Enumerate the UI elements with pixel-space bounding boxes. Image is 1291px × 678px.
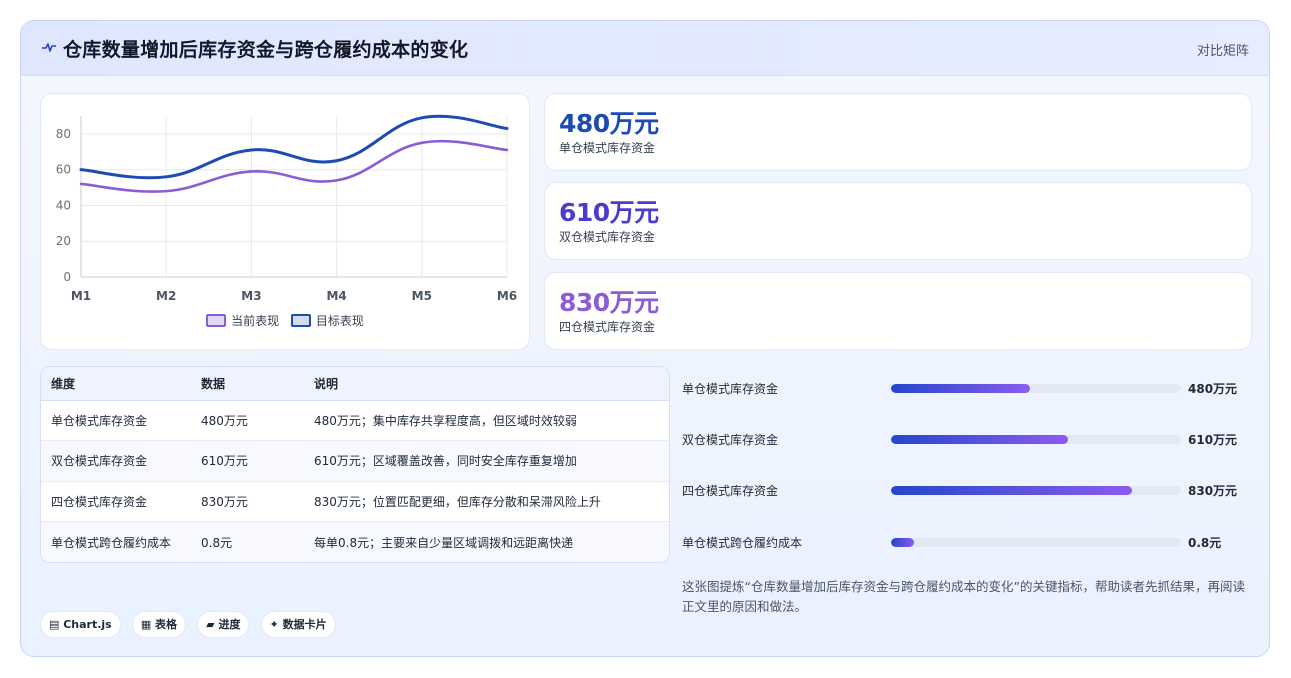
progress-value: 830万元 — [1188, 484, 1238, 498]
table-cell: 单仓模式库存资金 — [41, 400, 191, 441]
column-header-note: 说明 — [304, 367, 669, 401]
progress-row: 双仓模式库存资金 610万元 — [681, 429, 1251, 449]
progress-fill — [891, 538, 915, 547]
y-tick-label: 0 — [63, 270, 71, 284]
chip-data-card[interactable]: ✦ 数据卡片 — [260, 611, 336, 638]
summary-text: 这张图提炼“仓库数量增加后库存资金与跨仓履约成本的变化”的关键指标，帮助读者先抓… — [682, 579, 1245, 614]
table-cell: 0.8元 — [191, 521, 304, 562]
column-header-dimension: 维度 — [41, 367, 191, 401]
table-cell: 830万元 — [191, 481, 304, 522]
table-cell: 610万元；区域覆盖改善，同时安全库存重复增加 — [304, 440, 669, 482]
line-chart: 0 20 40 60 80 M1 M2 M3 M4 M5 M6 — [56, 114, 517, 303]
table-row: 四仓模式库存资金 830万元 830万元；位置匹配更细，但库存分散和呆滞风险上升 — [41, 481, 669, 522]
chip-progress[interactable]: ▰ 进度 — [197, 611, 250, 638]
y-tick-label: 60 — [56, 163, 71, 177]
legend-item-target[interactable]: 目标表现 — [290, 312, 364, 329]
card-header: 仓库数量增加后库存资金与跨仓履约成本的变化 对比矩阵 — [21, 21, 1269, 76]
kpi-card-quad: 830万元 四仓模式库存资金 — [544, 272, 1252, 350]
progress-track — [891, 486, 1181, 495]
column-header-data: 数据 — [191, 367, 304, 401]
kpi-label: 双仓模式库存资金 — [559, 230, 656, 244]
x-tick-label: M1 — [71, 289, 91, 303]
x-tick-label: M6 — [497, 289, 517, 303]
progress-value: 610万元 — [1188, 433, 1238, 447]
table-cell: 单仓模式跨仓履约成本 — [41, 521, 191, 562]
view-label[interactable]: 对比矩阵 — [1197, 40, 1249, 59]
kpi-card-single: 480万元 单仓模式库存资金 — [544, 93, 1252, 171]
x-tick-label: M3 — [241, 289, 261, 303]
table-cell: 610万元 — [191, 440, 304, 482]
data-table: 维度 数据 说明 单仓模式库存资金 480万元 480万元；集中库存共享程度高，… — [40, 366, 670, 563]
line-chart-panel: 0 20 40 60 80 M1 M2 M3 M4 M5 M6 当前表现 目标表现 — [40, 93, 530, 350]
table-cell: 830万元；位置匹配更细，但库存分散和呆滞风险上升 — [304, 481, 669, 522]
y-tick-label: 20 — [56, 234, 71, 248]
progress-label: 双仓模式库存资金 — [682, 433, 779, 447]
table-row: 单仓模式跨仓履约成本 0.8元 每单0.8元；主要来自少量区域调拨和远距离快递 — [41, 521, 669, 562]
progress-label: 单仓模式库存资金 — [682, 382, 779, 396]
progress-row: 单仓模式库存资金 480万元 — [681, 378, 1251, 398]
kpi-label: 单仓模式库存资金 — [559, 141, 656, 155]
y-tick-label: 40 — [56, 198, 71, 212]
legend-swatch-current — [206, 314, 227, 327]
progress-row: 单仓模式跨仓履约成本 0.8元 — [681, 532, 1251, 552]
progress-value: 480万元 — [1188, 382, 1238, 396]
progress-row: 四仓模式库存资金 830万元 — [681, 480, 1251, 500]
table-cell: 480万元；集中库存共享程度高，但区域时效较弱 — [304, 400, 669, 441]
x-tick-label: M4 — [326, 289, 346, 303]
x-tick-label: M2 — [156, 289, 176, 303]
kpi-value: 610万元 — [559, 198, 659, 227]
legend-label-target: 目标表现 — [315, 314, 364, 328]
chip-table[interactable]: ▦ 表格 — [131, 611, 187, 638]
progress-track — [891, 384, 1181, 393]
kpi-label: 四仓模式库存资金 — [559, 320, 656, 334]
progress-fill — [891, 486, 1132, 495]
table-cell: 四仓模式库存资金 — [41, 481, 191, 522]
pulse-icon — [42, 43, 56, 52]
table-cell: 480万元 — [191, 400, 304, 441]
table-row: 双仓模式库存资金 610万元 610万元；区域覆盖改善，同时安全库存重复增加 — [41, 440, 669, 482]
page-title: 仓库数量增加后库存资金与跨仓履约成本的变化 — [63, 39, 469, 61]
series-line-target — [79, 114, 509, 180]
progress-fill — [891, 435, 1068, 444]
table-cell: 每单0.8元；主要来自少量区域调拨和远距离快递 — [304, 521, 669, 562]
progress-fill — [891, 384, 1031, 393]
legend-label-current: 当前表现 — [231, 314, 280, 328]
table-row: 单仓模式库存资金 480万元 480万元；集中库存共享程度高，但区域时效较弱 — [41, 400, 669, 441]
dashboard-card: 仓库数量增加后库存资金与跨仓履约成本的变化 对比矩阵 0 20 40 60 80 M1 M2… — [20, 20, 1270, 657]
kpi-value: 830万元 — [559, 288, 659, 317]
tag-chips: ▤ Chart.js ▦ 表格 ▰ 进度 ✦ 数据卡片 — [40, 611, 342, 638]
table-header-row: 维度 数据 说明 — [41, 367, 669, 401]
kpi-card-double: 610万元 双仓模式库存资金 — [544, 182, 1252, 260]
progress-label: 四仓模式库存资金 — [682, 484, 779, 498]
x-tick-label: M5 — [412, 289, 432, 303]
y-tick-label: 80 — [56, 127, 71, 141]
progress-track — [891, 538, 1181, 547]
progress-label: 单仓模式跨仓履约成本 — [682, 536, 803, 550]
progress-track — [891, 435, 1181, 444]
kpi-value: 480万元 — [559, 109, 659, 138]
series-line-current — [79, 139, 509, 193]
progress-list: 单仓模式库存资金 480万元 双仓模式库存资金 610万元 四仓模式库存资金 8… — [681, 366, 1251, 576]
chart-legend: 当前表现 目标表现 — [41, 312, 529, 329]
progress-value: 0.8元 — [1188, 536, 1222, 550]
legend-swatch-target — [290, 314, 311, 327]
chip-chartjs[interactable]: ▤ Chart.js — [40, 611, 121, 638]
table-cell: 双仓模式库存资金 — [41, 440, 191, 482]
legend-item-current[interactable]: 当前表现 — [206, 312, 279, 329]
